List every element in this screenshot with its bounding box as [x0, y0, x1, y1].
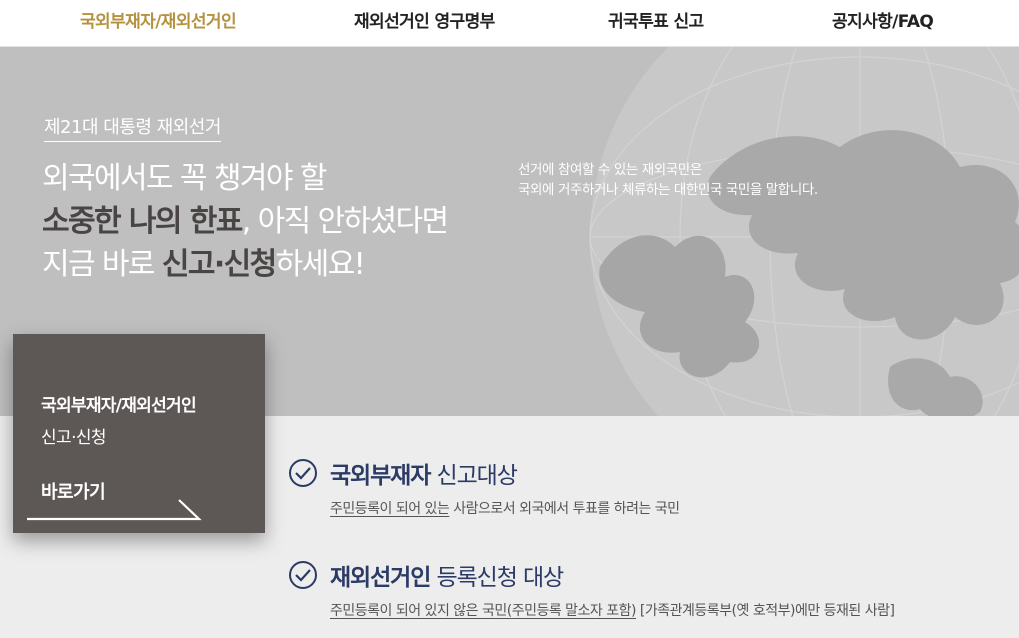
section-description: 주민등록이 되어 있지 않은 국민(주민등록 말소자 포함) [가족관계등록부(…	[330, 600, 895, 620]
description-underlined: 주민등록이 되어 있지 않은 국민(주민등록 말소자 포함)	[330, 603, 636, 619]
eligible-voter-definition: 선거에 참여할 수 있는 재외국민은 국외에 거주하거나 체류하는 대한민국 국…	[518, 160, 818, 200]
headline-line-3-post: 하세요!	[275, 247, 366, 282]
nav-tab-overseas-absentee[interactable]: 국외부재자/재외선거인	[80, 0, 237, 46]
description-rest: [가족관계등록부(옛 호적부)에만 등재된 사람]	[635, 603, 895, 619]
cta-subtitle: 신고·신청	[41, 428, 107, 448]
headline-line-2-rest: , 아직 안하셨다면	[241, 204, 449, 239]
description-rest: 사람으로서 외국에서 투표를 하려는 국민	[449, 501, 680, 517]
description-underlined: 주민등록이 되어 있는	[330, 501, 450, 517]
section-title-bold: 재외선거인	[330, 565, 431, 591]
headline-emphasis-vote: 소중한 나의 한표	[42, 204, 243, 239]
headline-emphasis-apply: 신고·신청	[161, 247, 277, 282]
nav-tab-notice-faq[interactable]: 공지사항/FAQ	[832, 0, 934, 46]
top-navigation: 국외부재자/재외선거인 재외선거인 영구명부 귀국투표 신고 공지사항/FAQ	[0, 0, 1019, 47]
nav-tab-permanent-register[interactable]: 재외선거인 영구명부	[354, 0, 495, 46]
election-edition-label: 제21대 대통령 재외선거	[44, 113, 221, 142]
headline-line-3-pre: 지금 바로	[42, 247, 162, 282]
section-title: 재외선거인 등록신청 대상	[330, 558, 565, 592]
check-circle-icon	[289, 561, 317, 589]
section-title: 국외부재자 신고대상	[330, 456, 518, 490]
section-title-rest: 등록신청 대상	[430, 565, 565, 591]
section-title-rest: 신고대상	[430, 463, 518, 489]
definition-line-1: 선거에 참여할 수 있는 재외국민은	[518, 162, 702, 178]
arrow-right-icon[interactable]	[27, 498, 203, 522]
globe-illustration	[589, 47, 1019, 416]
section-description: 주민등록이 되어 있는 사람으로서 외국에서 투표를 하려는 국민	[330, 498, 680, 518]
headline-line-2: 소중한 나의 한표, 아직 안하셨다면	[42, 200, 449, 243]
apply-shortcut-card[interactable]: 국외부재자/재외선거인 신고·신청 바로가기	[13, 334, 265, 533]
section-title-bold: 국외부재자	[330, 463, 431, 489]
check-circle-icon	[289, 459, 317, 487]
cta-title: 국외부재자/재외선거인	[41, 396, 197, 416]
nav-tab-homecoming-vote[interactable]: 귀국투표 신고	[608, 0, 704, 46]
headline-line-3: 지금 바로 신고·신청하세요!	[42, 243, 448, 286]
hero-headline: 외국에서도 꼭 챙겨야 할 소중한 나의 한표, 아직 안하셨다면 지금 바로 …	[42, 157, 449, 286]
definition-line-2: 국외에 거주하거나 체류하는 대한민국 국민을 말합니다.	[518, 182, 818, 198]
headline-line-1: 외국에서도 꼭 챙겨야 할	[42, 161, 327, 196]
